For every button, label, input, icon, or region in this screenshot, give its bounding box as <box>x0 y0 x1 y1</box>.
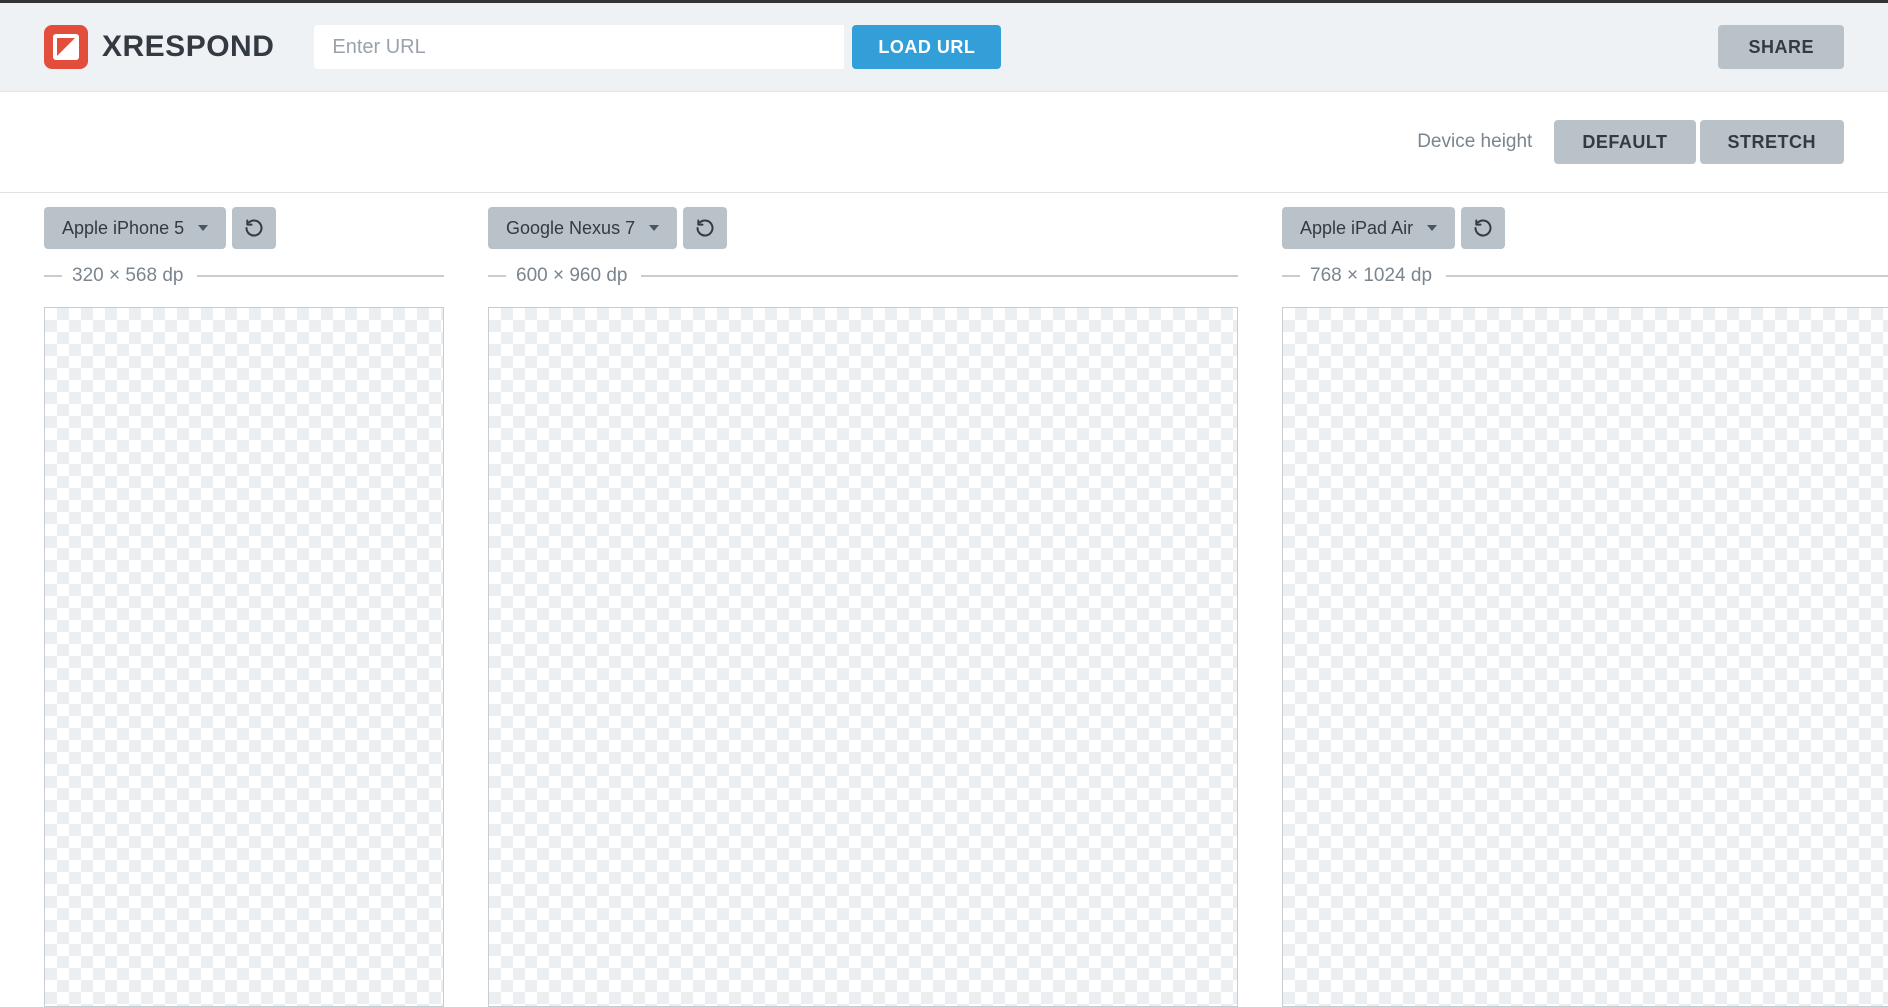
rotate-button[interactable] <box>1461 207 1505 249</box>
dimensions-text: 320 × 568 dp <box>72 265 183 287</box>
device-name: Apple iPad Air <box>1300 218 1413 239</box>
rotate-icon <box>1473 218 1493 238</box>
frame-header: Apple iPhone 5 <box>44 207 444 249</box>
rotate-icon <box>244 218 264 238</box>
frame-header: Apple iPad Air <box>1282 207 1888 249</box>
dimensions-text: 600 × 960 dp <box>516 265 627 287</box>
divider-right <box>641 275 1238 277</box>
rotate-icon <box>695 218 715 238</box>
dimensions-row: 768 × 1024 dp <box>1282 265 1888 287</box>
preview-pane[interactable] <box>488 307 1238 1007</box>
device-dropdown[interactable]: Apple iPad Air <box>1282 207 1455 249</box>
divider-right <box>197 275 444 277</box>
divider-right <box>1446 275 1888 277</box>
divider-left <box>488 275 506 277</box>
chevron-down-icon <box>649 225 659 231</box>
preview-pane[interactable] <box>44 307 444 1007</box>
dimensions-row: 600 × 960 dp <box>488 265 1238 287</box>
preview-pane[interactable] <box>1282 307 1888 1007</box>
header: XRESPOND LOAD URL SHARE <box>0 3 1888 92</box>
url-input[interactable] <box>314 25 844 69</box>
device-dropdown[interactable]: Apple iPhone 5 <box>44 207 226 249</box>
default-button[interactable]: DEFAULT <box>1554 120 1695 164</box>
chevron-down-icon <box>198 225 208 231</box>
frames-container: Apple iPhone 5 320 × 568 dp Google Nexus… <box>0 193 1888 1007</box>
dimensions-text: 768 × 1024 dp <box>1310 265 1432 287</box>
device-name: Google Nexus 7 <box>506 218 635 239</box>
controls-bar: Device height DEFAULT STRETCH <box>0 92 1888 193</box>
device-dropdown[interactable]: Google Nexus 7 <box>488 207 677 249</box>
device-frame: Apple iPhone 5 320 × 568 dp <box>44 207 444 1007</box>
brand-text: XRESPOND <box>102 30 274 64</box>
share-button[interactable]: SHARE <box>1718 25 1844 69</box>
load-url-button[interactable]: LOAD URL <box>852 25 1001 69</box>
device-frame: Google Nexus 7 600 × 960 dp <box>488 207 1238 1007</box>
device-name: Apple iPhone 5 <box>62 218 184 239</box>
logo-icon <box>44 25 88 69</box>
stretch-button[interactable]: STRETCH <box>1700 120 1845 164</box>
height-toggle-group: DEFAULT STRETCH <box>1554 120 1844 164</box>
rotate-button[interactable] <box>232 207 276 249</box>
dimensions-row: 320 × 568 dp <box>44 265 444 287</box>
divider-left <box>1282 275 1300 277</box>
device-frame: Apple iPad Air 768 × 1024 dp <box>1282 207 1888 1007</box>
chevron-down-icon <box>1427 225 1437 231</box>
logo[interactable]: XRESPOND <box>44 25 274 69</box>
device-height-label: Device height <box>1417 131 1532 153</box>
frame-header: Google Nexus 7 <box>488 207 1238 249</box>
divider-left <box>44 275 62 277</box>
rotate-button[interactable] <box>683 207 727 249</box>
